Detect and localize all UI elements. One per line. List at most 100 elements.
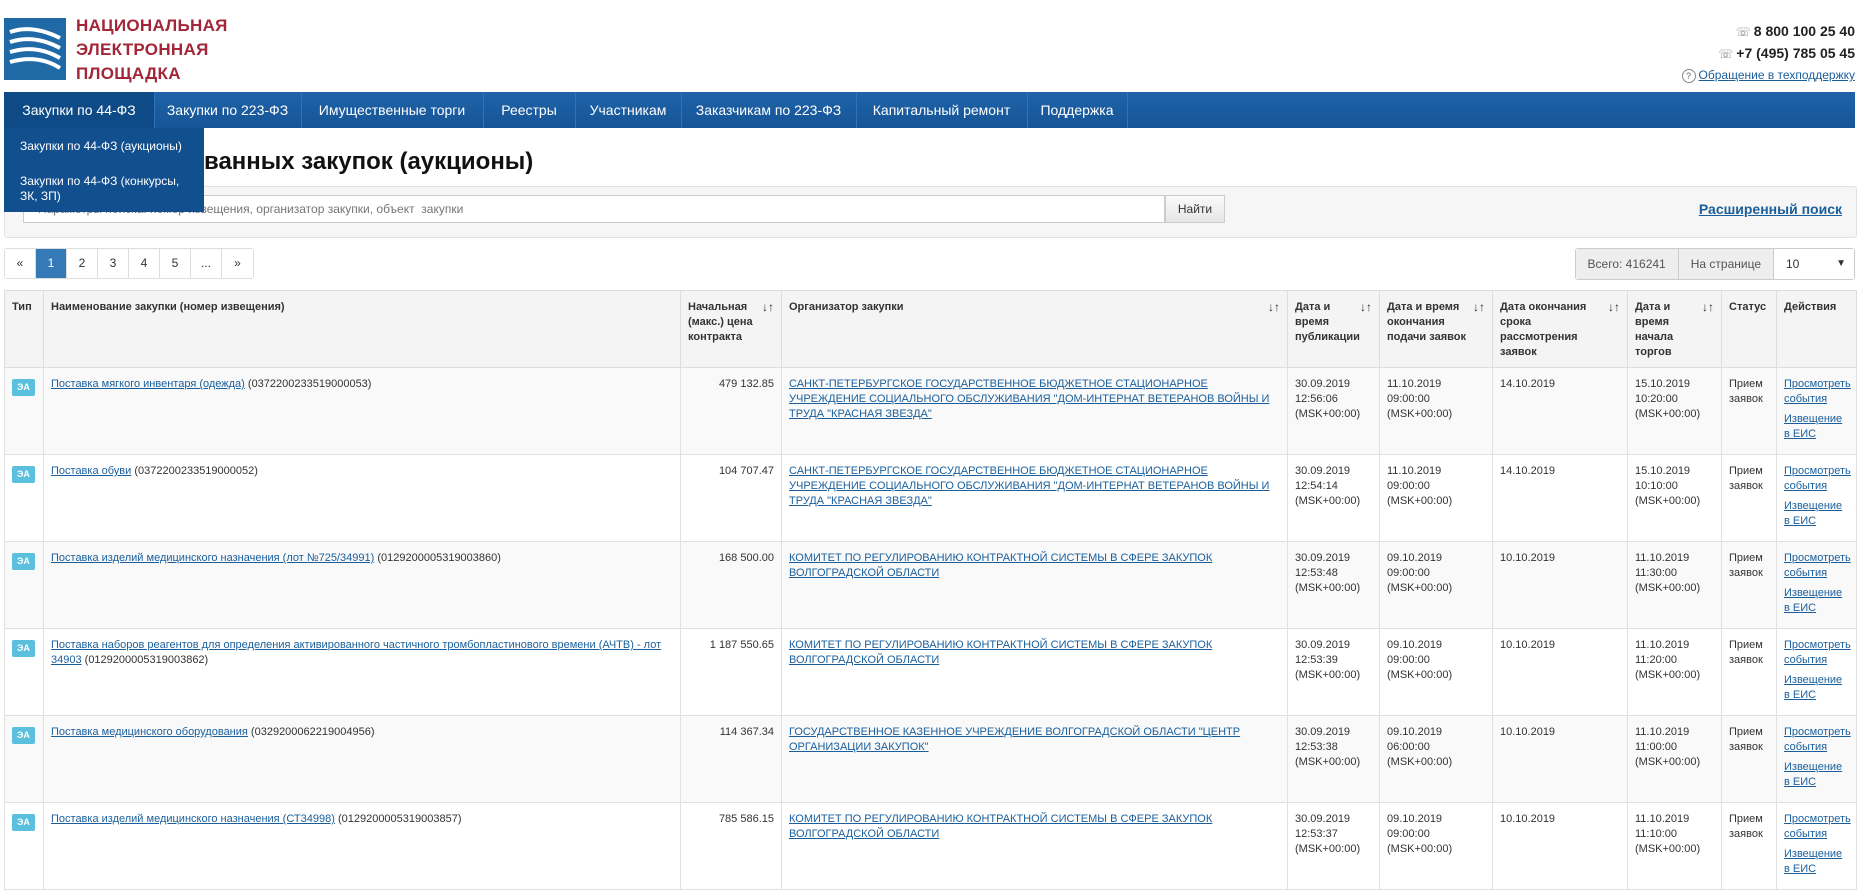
- support-link[interactable]: Обращение в техподдержку: [1699, 68, 1855, 82]
- pager-page-2[interactable]: 2: [67, 249, 98, 278]
- pager-page-3[interactable]: 3: [98, 249, 129, 278]
- cell-org: САНКТ-ПЕТЕРБУРГСКОЕ ГОСУДАРСТВЕННОЕ БЮДЖ…: [781, 454, 1288, 542]
- pager-ellipsis[interactable]: ...: [191, 249, 222, 278]
- organizer-link[interactable]: САНКТ-ПЕТЕРБУРГСКОЕ ГОСУДАРСТВЕННОЕ БЮДЖ…: [789, 465, 1269, 507]
- cell-start: 15.10.2019 10:10:00 (MSK+00:00): [1627, 454, 1722, 542]
- nav-item-223fz[interactable]: Закупки по 223-ФЗ: [154, 92, 302, 128]
- sort-icon[interactable]: ↓↑: [1268, 300, 1280, 315]
- view-events-link[interactable]: Просмотреть события: [1784, 638, 1851, 668]
- cell-price: 104 707.47: [680, 454, 782, 542]
- eis-notice-link[interactable]: Извещение в ЕИС: [1784, 673, 1849, 703]
- col-start[interactable]: Дата и время начала торгов ↓↑: [1627, 290, 1722, 368]
- sort-icon[interactable]: ↓↑: [1473, 300, 1485, 315]
- advanced-search-link[interactable]: Расширенный поиск: [1699, 201, 1842, 217]
- cell-actions: Просмотреть события Извещение в ЕИС: [1776, 628, 1857, 716]
- dropdown-item-tenders[interactable]: Закупки по 44-ФЗ (конкурсы, ЗК, ЗП): [20, 174, 190, 204]
- cell-price: 168 500.00: [680, 541, 782, 629]
- organizer-link[interactable]: ГОСУДАРСТВЕННОЕ КАЗЕННОЕ УЧРЕЖДЕНИЕ ВОЛГ…: [789, 726, 1240, 753]
- view-events-link[interactable]: Просмотреть события: [1784, 725, 1851, 755]
- cell-start: 11.10.2019 11:00:00 (MSK+00:00): [1627, 715, 1722, 803]
- pub-date: 30.09.2019: [1295, 552, 1351, 564]
- nav-item-property[interactable]: Имущественные торги: [301, 92, 484, 128]
- dropdown-item-auctions[interactable]: Закупки по 44-ФЗ (аукционы): [20, 139, 182, 154]
- eis-notice-link[interactable]: Извещение в ЕИС: [1784, 586, 1849, 616]
- cell-org: САНКТ-ПЕТЕРБУРГСКОЕ ГОСУДАРСТВЕННОЕ БЮДЖ…: [781, 367, 1288, 455]
- start-date: 11.10.2019: [1635, 639, 1690, 651]
- nav-item-participants[interactable]: Участникам: [575, 92, 682, 128]
- cell-pub: 30.09.2019 12:56:06 (MSK+00:00): [1287, 367, 1380, 455]
- pager-page-4[interactable]: 4: [129, 249, 160, 278]
- view-events-link[interactable]: Просмотреть события: [1784, 464, 1851, 494]
- pager-page-1[interactable]: 1: [36, 249, 67, 278]
- sort-icon[interactable]: ↓↑: [1360, 300, 1372, 315]
- timezone: (MSK+00:00): [1635, 582, 1701, 594]
- cell-review: 10.10.2019: [1492, 715, 1628, 803]
- table-row: ЭА Поставка медицинского оборудования (0…: [4, 715, 1857, 803]
- timezone: (MSK+00:00): [1635, 669, 1701, 681]
- cell-type: ЭА: [4, 541, 44, 629]
- cell-status: Прием заявок: [1721, 802, 1777, 890]
- nav-item-repair[interactable]: Капитальный ремонт: [856, 92, 1028, 128]
- col-price[interactable]: Начальная (макс.) цена контракта ↓↑: [680, 290, 782, 368]
- procurement-link[interactable]: Поставка медицинского оборудования: [51, 726, 248, 738]
- nav-item-support[interactable]: Поддержка: [1027, 92, 1128, 128]
- pub-date: 30.09.2019: [1295, 726, 1351, 738]
- col-review[interactable]: Дата окончания срока рассмотрения заявок…: [1492, 290, 1628, 368]
- organizer-link[interactable]: КОМИТЕТ ПО РЕГУЛИРОВАНИЮ КОНТРАКТНОЙ СИС…: [789, 552, 1212, 579]
- cell-type: ЭА: [4, 628, 44, 716]
- notice-number: (0372200233519000053): [244, 378, 372, 390]
- timezone: (MSK+00:00): [1295, 669, 1361, 681]
- col-org[interactable]: Организатор закупки ↓↑: [781, 290, 1288, 368]
- pub-date: 30.09.2019: [1295, 465, 1351, 477]
- pager-page-5[interactable]: 5: [160, 249, 191, 278]
- pub-time: 12:53:39: [1295, 654, 1338, 666]
- cell-name: Поставка изделий медицинского назначения…: [43, 541, 681, 629]
- help-icon: ?: [1681, 68, 1696, 83]
- sort-icon[interactable]: ↓↑: [1608, 300, 1620, 315]
- view-events-link[interactable]: Просмотреть события: [1784, 377, 1851, 407]
- procurement-link[interactable]: Поставка изделий медицинского назначения…: [51, 813, 335, 825]
- sort-icon[interactable]: ↓↑: [762, 300, 774, 315]
- organizer-link[interactable]: КОМИТЕТ ПО РЕГУЛИРОВАНИЮ КОНТРАКТНОЙ СИС…: [789, 813, 1212, 840]
- per-page-select[interactable]: 10 ▼: [1774, 249, 1854, 279]
- cell-review: 10.10.2019: [1492, 802, 1628, 890]
- cell-end: 09.10.2019 09:00:00 (MSK+00:00): [1379, 802, 1493, 890]
- cell-actions: Просмотреть события Извещение в ЕИС: [1776, 367, 1857, 455]
- eis-notice-link[interactable]: Извещение в ЕИС: [1784, 412, 1849, 442]
- logo-icon[interactable]: [4, 18, 66, 80]
- pager-prev[interactable]: «: [5, 249, 36, 278]
- table-row: ЭА Поставка изделий медицинского назначе…: [4, 541, 1857, 629]
- organizer-link[interactable]: САНКТ-ПЕТЕРБУРГСКОЕ ГОСУДАРСТВЕННОЕ БЮДЖ…: [789, 378, 1269, 420]
- col-pub[interactable]: Дата и время публикации ↓↑: [1287, 290, 1380, 368]
- page-title: ванных закупок (аукционы): [204, 148, 534, 175]
- nav-item-44fz[interactable]: Закупки по 44-ФЗ: [4, 92, 155, 128]
- cell-start: 15.10.2019 10:20:00 (MSK+00:00): [1627, 367, 1722, 455]
- col-end[interactable]: Дата и время окончания подачи заявок ↓↑: [1379, 290, 1493, 368]
- phone-icon: ☏: [1735, 25, 1751, 39]
- cell-review: 10.10.2019: [1492, 628, 1628, 716]
- eis-notice-link[interactable]: Извещение в ЕИС: [1784, 760, 1849, 790]
- eis-notice-link[interactable]: Извещение в ЕИС: [1784, 847, 1849, 877]
- nav-item-customers[interactable]: Заказчикам по 223-ФЗ: [681, 92, 857, 128]
- organizer-link[interactable]: КОМИТЕТ ПО РЕГУЛИРОВАНИЮ КОНТРАКТНОЙ СИС…: [789, 639, 1212, 666]
- cell-pub: 30.09.2019 12:53:48 (MSK+00:00): [1287, 541, 1380, 629]
- procurement-link[interactable]: Поставка обуви: [51, 465, 131, 477]
- cell-price: 479 132.85: [680, 367, 782, 455]
- notice-number: (0129200005319003857): [334, 813, 462, 825]
- search-button[interactable]: Найти: [1165, 195, 1225, 223]
- col-name: Наименование закупки (номер извещения): [43, 290, 681, 368]
- end-date: 09.10.2019: [1387, 552, 1443, 564]
- start-time: 10:20:00: [1635, 393, 1678, 405]
- start-time: 11:10:00: [1635, 828, 1678, 840]
- logo-text[interactable]: НАЦИОНАЛЬНАЯ ЭЛЕКТРОННАЯ ПЛОЩАДКА: [76, 14, 228, 86]
- end-time: 09:00:00: [1387, 480, 1430, 492]
- sort-icon[interactable]: ↓↑: [1702, 300, 1714, 315]
- procurement-link[interactable]: Поставка мягкого инвентаря (одежда): [51, 378, 245, 390]
- pub-time: 12:53:38: [1295, 741, 1338, 753]
- view-events-link[interactable]: Просмотреть события: [1784, 551, 1851, 581]
- pager-next[interactable]: »: [222, 249, 253, 278]
- view-events-link[interactable]: Просмотреть события: [1784, 812, 1851, 842]
- procurement-link[interactable]: Поставка изделий медицинского назначения…: [51, 552, 374, 564]
- nav-item-registers[interactable]: Реестры: [483, 92, 576, 128]
- eis-notice-link[interactable]: Извещение в ЕИС: [1784, 499, 1849, 529]
